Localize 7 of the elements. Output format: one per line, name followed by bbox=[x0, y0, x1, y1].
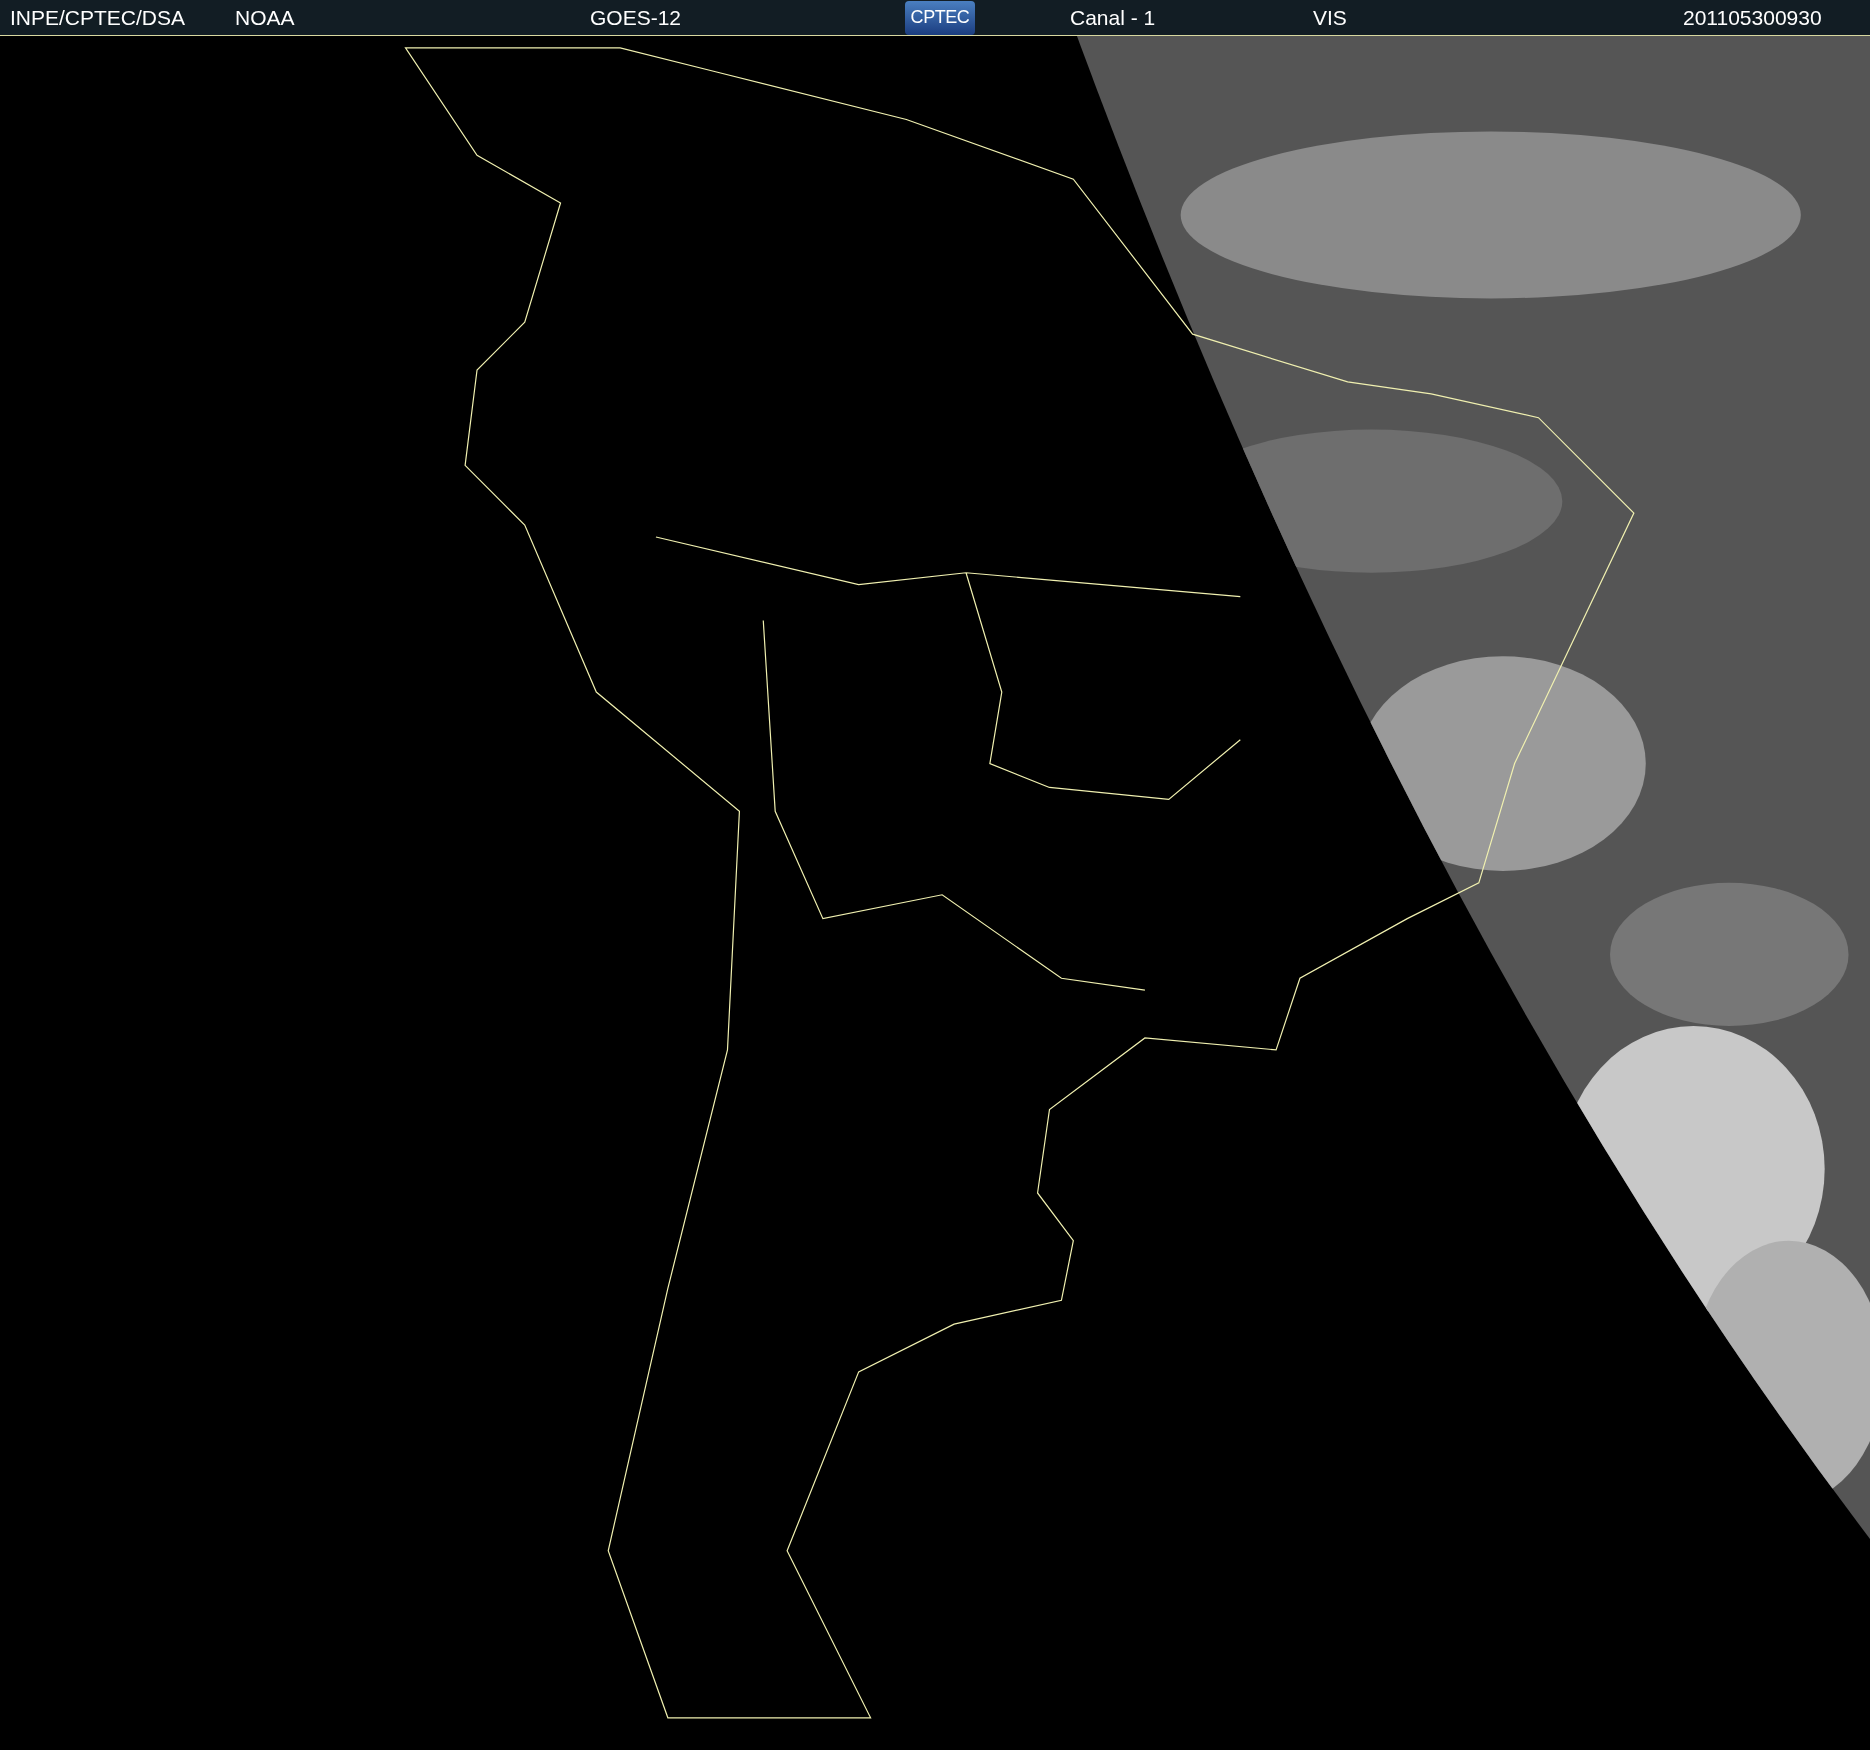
timestamp-label: 201105300930 bbox=[1683, 4, 1822, 31]
source-label: INPE/CPTEC/DSA bbox=[10, 4, 187, 31]
logo-text: CPTEC bbox=[910, 6, 970, 29]
agency-label: NOAA bbox=[235, 4, 296, 31]
band-label: VIS bbox=[1313, 4, 1348, 31]
channel-label: Canal - 1 bbox=[1070, 4, 1157, 31]
satellite-label: GOES-12 bbox=[590, 4, 683, 31]
